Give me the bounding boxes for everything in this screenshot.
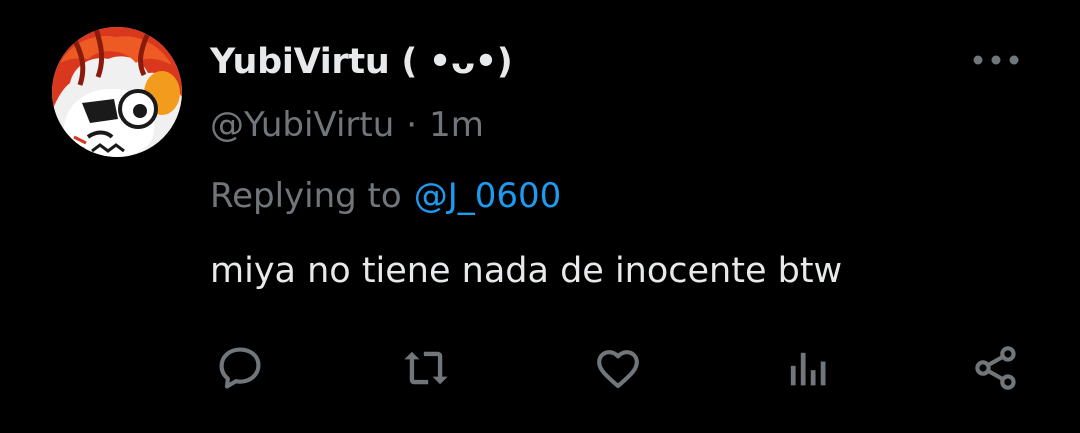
author-row: YubiVirtu ( •ᴗ•)	[210, 36, 513, 88]
like-button[interactable]	[586, 336, 650, 400]
views-button[interactable]	[774, 336, 838, 400]
display-name[interactable]: YubiVirtu ( •ᴗ•)	[210, 42, 513, 82]
tweet-card[interactable]: YubiVirtu ( •ᴗ•) @YubiVirtu · 1m Replyin…	[0, 0, 1080, 433]
timestamp[interactable]: 1m	[429, 105, 484, 145]
more-options-button[interactable]	[968, 44, 1024, 76]
replying-to-row: Replying to @J_0600	[210, 170, 561, 222]
more-dots-icon	[973, 55, 1019, 65]
replying-to-label: Replying to	[210, 176, 402, 216]
bar-chart-icon	[790, 352, 826, 386]
meta-row: @YubiVirtu · 1m	[210, 100, 484, 150]
replying-to-mention[interactable]: @J_0600	[414, 176, 562, 216]
speech-bubble-icon	[219, 347, 261, 389]
avatar-image	[52, 27, 182, 157]
retweet-button[interactable]	[394, 336, 458, 400]
handle[interactable]: @YubiVirtu	[210, 105, 394, 145]
reply-button[interactable]	[208, 336, 272, 400]
separator: ·	[406, 105, 418, 145]
share-icon	[975, 346, 1016, 390]
avatar[interactable]	[52, 27, 182, 157]
heart-icon	[597, 350, 639, 389]
share-button[interactable]	[964, 336, 1028, 400]
tweet-text: miya no tiene nada de inocente btw	[210, 251, 843, 291]
retweet-icon	[404, 351, 448, 385]
